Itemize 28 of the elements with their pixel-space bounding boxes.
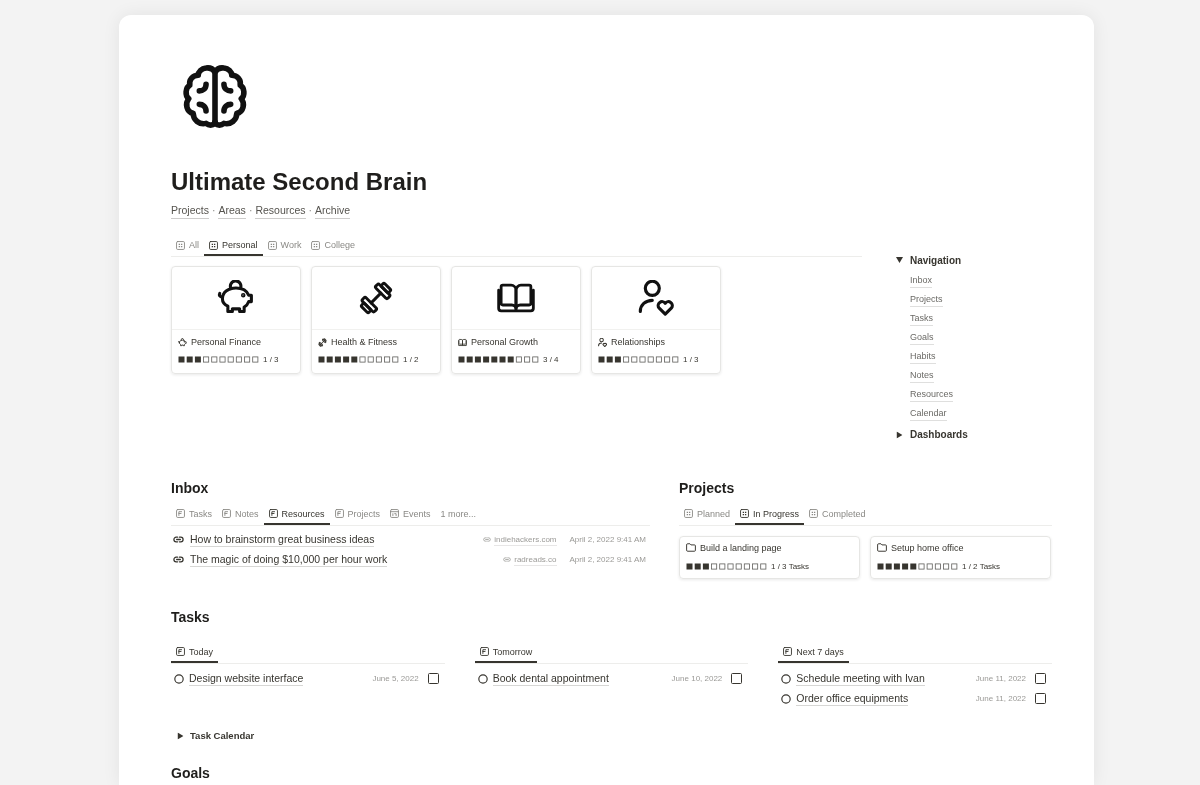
- card-title: Relationships: [611, 337, 666, 347]
- progress-reading: 1 / 2 Tasks: [962, 562, 1001, 571]
- page-title: Ultimate Second Brain: [171, 167, 428, 197]
- link-separator: ·: [211, 203, 216, 218]
- progress-reading: 1 / 3: [683, 354, 699, 364]
- timestamp: April 2, 2022 9:41 AM: [569, 555, 646, 564]
- progress-reading: 1 / 3 Tasks: [771, 562, 810, 571]
- card-title: Personal Growth: [471, 337, 539, 347]
- section-heading: Tasks: [171, 607, 210, 627]
- card-title: Setup home office: [891, 542, 964, 553]
- section-heading: Inbox: [171, 478, 209, 498]
- due-date: June 11, 2022: [975, 674, 1026, 683]
- source-domain: indiehackers.com: [494, 533, 557, 546]
- link-separator: ·: [248, 203, 253, 218]
- progress-reading: 1 / 2: [403, 354, 419, 364]
- progress-reading: 1 / 3: [263, 354, 279, 364]
- card-title: Health & Fitness: [331, 337, 398, 347]
- due-date: June 11, 2022: [975, 694, 1026, 703]
- card-title: Personal Finance: [191, 337, 262, 347]
- timestamp: April 2, 2022 9:41 AM: [569, 535, 646, 544]
- progress-reading: 3 / 4: [543, 354, 559, 364]
- link-separator: ·: [308, 203, 313, 218]
- section-heading: Projects: [679, 478, 735, 498]
- card-title: Build a landing page: [700, 542, 782, 553]
- due-date: June 10, 2022: [671, 674, 723, 683]
- source-domain: radreads.co: [514, 553, 557, 566]
- section-heading: Goals: [171, 763, 210, 783]
- due-date: June 5, 2022: [372, 674, 419, 683]
